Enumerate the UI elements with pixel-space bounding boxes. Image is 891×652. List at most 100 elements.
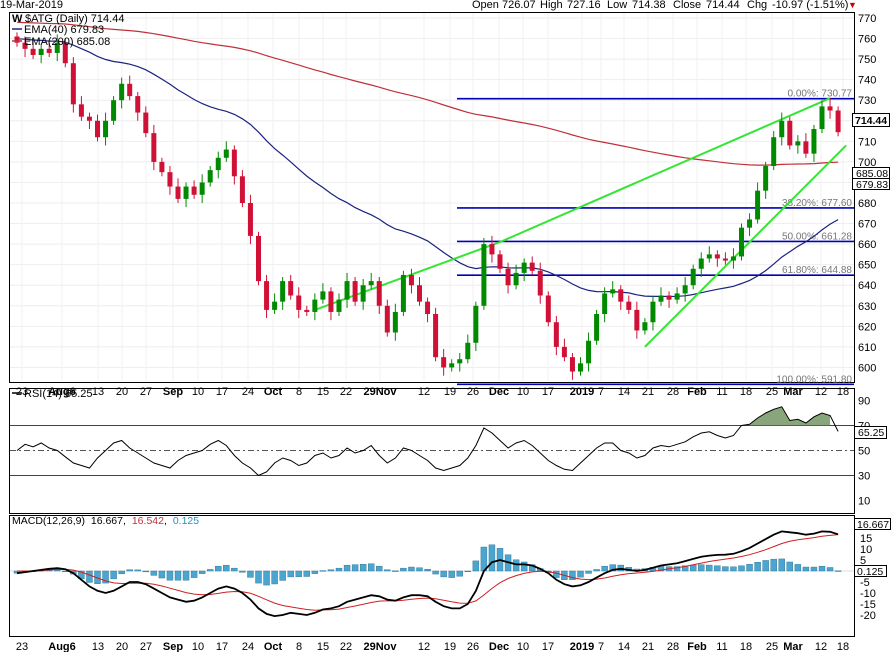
macd-histogram-bar xyxy=(287,570,294,578)
fib-label: 100.00%: 591.80 xyxy=(776,374,852,385)
x-tick-label: 29Nov xyxy=(363,386,397,398)
rsi-tick-label: 90 xyxy=(858,396,870,408)
x-tick-label: Feb xyxy=(687,386,707,398)
x-tick-label: Dec xyxy=(489,641,509,652)
candle-body xyxy=(473,305,479,343)
ema40-price-tag: 679.83 xyxy=(856,179,888,191)
candle-body xyxy=(433,314,439,358)
candle-body xyxy=(344,281,350,300)
ema40-legend: EMA(40) 679.83 xyxy=(24,24,104,36)
macd-histogram-bar xyxy=(448,570,455,578)
price-tick-label: 660 xyxy=(858,239,876,251)
candle-body xyxy=(256,235,261,282)
macd-histogram-bar xyxy=(247,570,254,578)
macd-histogram-bar xyxy=(690,564,697,572)
x-tick-label: 15 xyxy=(317,386,329,398)
candle-body xyxy=(561,346,567,358)
candle-body xyxy=(642,322,648,331)
macd-histogram-bar xyxy=(754,562,761,572)
macd-histogram-bar xyxy=(198,570,206,574)
macd-histogram-bar xyxy=(762,560,769,572)
x-tick-label: 19 xyxy=(444,386,456,398)
macd-histogram-bar xyxy=(118,570,125,575)
macd-legend-value: 16.667 xyxy=(91,515,123,527)
chg-value: -10.97 (-1.51%) xyxy=(772,0,849,11)
macd-histogram-bar xyxy=(585,570,592,574)
rsi-legend-text: RSI(14) 65.25 xyxy=(24,388,92,400)
candle-body xyxy=(280,281,286,302)
macd-histogram-bar xyxy=(263,570,270,586)
x-tick-label: 24 xyxy=(242,386,254,398)
macd-histogram-bar xyxy=(738,565,745,572)
candle-body xyxy=(690,268,696,286)
macd-histogram-bar xyxy=(359,563,367,572)
chart-icon: W xyxy=(12,13,23,25)
macd-histogram-bar xyxy=(215,565,222,572)
macd-histogram-bar xyxy=(553,570,560,578)
macd-tick-label: -15 xyxy=(860,599,876,611)
macd-histogram-bar xyxy=(456,570,463,577)
x-tick-label: 21 xyxy=(642,641,654,652)
x-tick-label: 8 xyxy=(296,641,302,652)
candle-body xyxy=(215,157,221,171)
candle-body xyxy=(747,219,753,228)
candle-body xyxy=(682,285,688,294)
close-value: 714.44 xyxy=(706,0,740,11)
x-tick-label: 10 xyxy=(192,386,204,398)
rsi-tick-label: 50 xyxy=(858,446,870,458)
macd-histogram-bar xyxy=(794,564,802,572)
macd-histogram-bar xyxy=(464,570,471,573)
price-tick-label: 670 xyxy=(858,219,876,231)
candle-body xyxy=(513,272,519,286)
rsi-tag: 65.25 xyxy=(858,427,884,439)
x-tick-label: 10 xyxy=(517,386,529,398)
macd-histogram-bar xyxy=(834,570,842,572)
x-tick-label: 18 xyxy=(837,386,849,398)
candle-body xyxy=(602,293,608,314)
price-tick-label: 740 xyxy=(858,75,876,87)
candle-body xyxy=(537,270,543,296)
macd-hist-tag: 0.125 xyxy=(857,566,883,578)
x-tick-label: 28 xyxy=(667,386,679,398)
x-tick-label: Oct xyxy=(264,386,283,398)
x-tick-label: Sep xyxy=(163,641,183,652)
candle-body xyxy=(529,262,535,271)
x-tick-label: Sep xyxy=(163,386,183,398)
macd-histogram-bar xyxy=(126,569,133,572)
low-value: 714.38 xyxy=(632,0,666,11)
x-tick-label: 13 xyxy=(92,386,104,398)
candle-body xyxy=(384,305,390,333)
x-tick-label: 14 xyxy=(618,641,630,652)
candle-body xyxy=(666,295,672,300)
candle-body xyxy=(481,244,487,306)
macd-histogram-bar xyxy=(295,570,302,577)
low-label: Low xyxy=(607,0,628,11)
x-tick-label: 17 xyxy=(216,641,228,652)
candle-body xyxy=(819,106,825,129)
rsi-legend: RSI(14) 65.25 xyxy=(12,388,92,400)
macd-histogram-bar xyxy=(384,569,391,572)
candle-body xyxy=(38,48,44,55)
ema200-legend: EMA(200) 685.08 xyxy=(24,36,110,48)
dropdown-arrow-icon[interactable]: ▼ xyxy=(848,0,857,11)
macd-histogram-bar xyxy=(714,565,721,572)
x-tick-label: 20 xyxy=(116,386,128,398)
quote-header: 19-Mar-2019 Open 726.07 High 727.16 Low … xyxy=(0,0,891,12)
price-tick-label: 760 xyxy=(858,34,876,46)
x-tick-label: 15 xyxy=(317,641,329,652)
macd-histogram-bar xyxy=(440,570,447,578)
x-tick-label: 17 xyxy=(216,386,228,398)
macd-histogram-bar xyxy=(746,563,753,572)
x-tick-label: 10 xyxy=(192,641,204,652)
macd-histogram-bar xyxy=(392,570,399,572)
macd-histogram-bar xyxy=(376,565,383,572)
candle-body xyxy=(827,106,833,111)
candle-body xyxy=(207,170,213,183)
x-tick-label: 27 xyxy=(140,386,152,398)
macd-histogram-bar xyxy=(327,569,335,572)
candle-body xyxy=(425,301,431,314)
macd-histogram-bar xyxy=(303,570,310,577)
macd-histogram-bar xyxy=(488,544,496,572)
candle-body xyxy=(264,281,270,310)
candle-body xyxy=(610,289,616,294)
